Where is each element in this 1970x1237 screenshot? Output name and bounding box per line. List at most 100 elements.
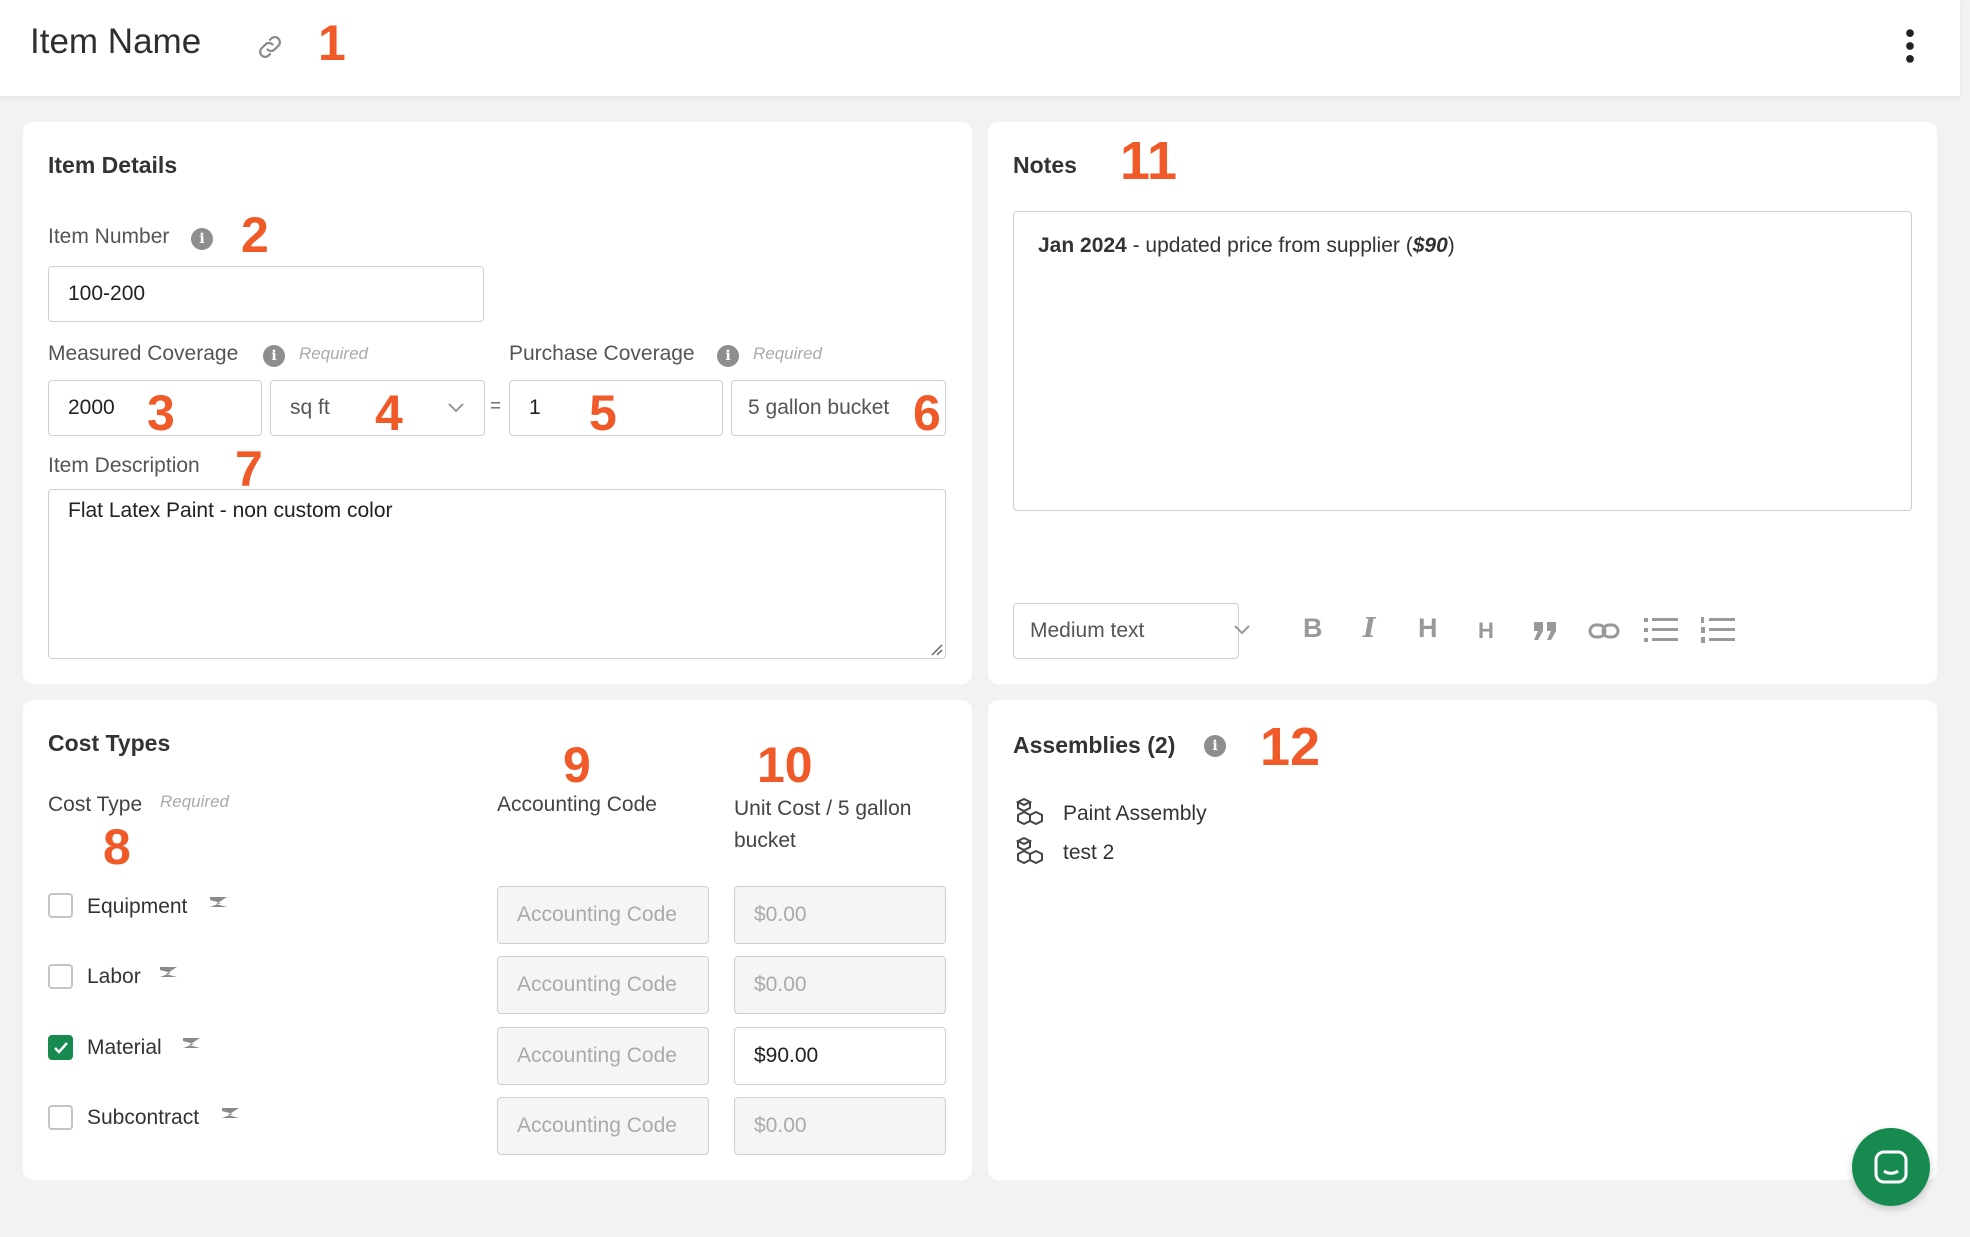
unit-cost-value: $0.00 [754, 1114, 807, 1137]
annotation-marker-4: 4 [375, 385, 403, 441]
cost-type-icon [160, 967, 177, 977]
info-icon[interactable]: i [191, 228, 213, 250]
chevron-down-icon [1234, 625, 1250, 635]
item-number-input[interactable]: 100-200 [48, 266, 484, 322]
unit-cost-value: $90.00 [754, 1044, 819, 1067]
purchase-coverage-value: 1 [529, 396, 541, 419]
notes-content: Jan 2024 - updated price from supplier (… [1038, 234, 1455, 258]
accounting-code-column-header: Accounting Code [497, 793, 657, 816]
page-title: Item Name [30, 22, 202, 61]
resize-handle-icon[interactable] [929, 642, 943, 656]
annotation-marker-8: 8 [103, 819, 131, 875]
material-checkbox[interactable] [48, 1035, 73, 1060]
bold-icon[interactable]: B [1303, 613, 1323, 644]
link-icon[interactable] [255, 32, 285, 62]
required-note: Required [160, 792, 229, 811]
accounting-code-placeholder: Accounting Code [517, 1044, 677, 1067]
accounting-code-placeholder: Accounting Code [517, 903, 677, 926]
info-icon[interactable]: i [1204, 735, 1226, 757]
notes-close-paren: ) [1447, 234, 1455, 257]
quote-icon[interactable] [1532, 620, 1558, 642]
accounting-code-input[interactable]: Accounting Code [497, 1097, 709, 1155]
notes-bold-text: Jan 2024 [1038, 234, 1127, 257]
chevron-down-icon [448, 403, 464, 413]
equipment-checkbox[interactable] [48, 893, 73, 918]
accounting-code-input[interactable]: Accounting Code [497, 956, 709, 1014]
assemblies-card: Assemblies (2) i 12 Paint Assembly test … [988, 700, 1937, 1180]
annotation-marker-1: 1 [318, 15, 346, 71]
annotation-marker-12: 12 [1260, 717, 1321, 777]
labor-checkbox[interactable] [48, 964, 73, 989]
item-description-label: Item Description [48, 454, 200, 477]
chat-icon [1874, 1150, 1908, 1184]
info-icon[interactable]: i [717, 345, 739, 367]
annotation-marker-11: 11 [1120, 131, 1178, 191]
assemblies-title: Assemblies (2) [1013, 732, 1176, 758]
item-description-textarea[interactable]: Flat Latex Paint - non custom color [48, 489, 946, 659]
notes-price-text: $90 [1412, 234, 1448, 257]
accounting-code-placeholder: Accounting Code [517, 973, 677, 996]
bulleted-list-icon[interactable] [1644, 616, 1678, 644]
more-options-icon[interactable] [1896, 28, 1924, 64]
annotation-marker-3: 3 [147, 385, 175, 441]
chat-button[interactable] [1852, 1128, 1930, 1206]
item-number-value: 100-200 [68, 282, 146, 305]
cost-type-label: Material [87, 1036, 162, 1059]
annotation-marker-6: 6 [913, 385, 941, 441]
accounting-code-input[interactable]: Accounting Code [497, 1027, 709, 1085]
annotation-marker-9: 9 [563, 737, 591, 793]
subcontract-checkbox[interactable] [48, 1105, 73, 1130]
accounting-code-placeholder: Accounting Code [517, 1114, 677, 1137]
cost-type-label: Subcontract [87, 1106, 200, 1129]
unit-cost-input[interactable]: $0.00 [734, 956, 946, 1014]
cost-type-icon [210, 897, 227, 907]
link-icon[interactable] [1588, 620, 1620, 642]
heading-1-icon[interactable]: H [1418, 613, 1438, 644]
measured-unit-value: sq ft [290, 396, 330, 419]
text-size-value: Medium text [1030, 619, 1145, 642]
accounting-code-input[interactable]: Accounting Code [497, 886, 709, 944]
cost-types-card: Cost Types Cost Type Required 8 Accounti… [23, 700, 972, 1180]
notes-text: - updated price from supplier ( [1126, 234, 1413, 257]
unit-cost-column-header: Unit Cost / 5 gallon bucket [734, 797, 912, 852]
cubes-icon [1015, 837, 1043, 865]
italic-icon[interactable]: I [1363, 613, 1376, 644]
unit-cost-value: $0.00 [754, 973, 807, 996]
annotation-marker-10: 10 [757, 737, 813, 793]
measured-coverage-value: 2000 [68, 396, 115, 419]
cost-type-column-header: Cost Type [48, 793, 143, 816]
purchase-coverage-label: Purchase Coverage [509, 342, 695, 365]
numbered-list-icon[interactable] [1701, 616, 1735, 644]
checkmark-icon [54, 1042, 68, 1054]
text-size-select[interactable]: Medium text [1013, 603, 1239, 659]
assembly-name: Paint Assembly [1063, 802, 1207, 825]
notes-editor[interactable]: Jan 2024 - updated price from supplier (… [1013, 211, 1912, 511]
measured-coverage-label: Measured Coverage [48, 342, 239, 365]
item-description-value: Flat Latex Paint - non custom color [68, 499, 393, 522]
cost-type-icon [183, 1038, 200, 1048]
cost-type-icon [222, 1108, 239, 1118]
item-number-label: Item Number [48, 225, 170, 248]
unit-cost-value: $0.00 [754, 903, 807, 926]
assembly-name: test 2 [1063, 841, 1115, 864]
equals-sign: = [490, 396, 502, 417]
annotation-marker-2: 2 [241, 207, 269, 263]
cost-types-title: Cost Types [48, 730, 171, 756]
cost-type-label: Labor [87, 965, 141, 988]
unit-cost-input[interactable]: $90.00 [734, 1027, 946, 1085]
notes-card: Notes 11 Jan 2024 - updated price from s… [988, 122, 1937, 684]
cubes-icon [1015, 798, 1043, 826]
item-details-title: Item Details [48, 152, 178, 178]
item-details-card: Item Details Item Number i 2 100-200 Mea… [23, 122, 972, 684]
page-header: Item Name [0, 0, 1960, 96]
cost-type-label: Equipment [87, 895, 188, 918]
unit-cost-input[interactable]: $0.00 [734, 886, 946, 944]
notes-title: Notes [1013, 152, 1077, 178]
annotation-marker-5: 5 [589, 385, 617, 441]
required-note: Required [299, 344, 368, 363]
heading-2-icon[interactable]: H [1478, 618, 1494, 644]
required-note: Required [753, 344, 822, 363]
purchase-unit-value: 5 gallon bucket [748, 396, 890, 419]
unit-cost-input[interactable]: $0.00 [734, 1097, 946, 1155]
info-icon[interactable]: i [263, 345, 285, 367]
